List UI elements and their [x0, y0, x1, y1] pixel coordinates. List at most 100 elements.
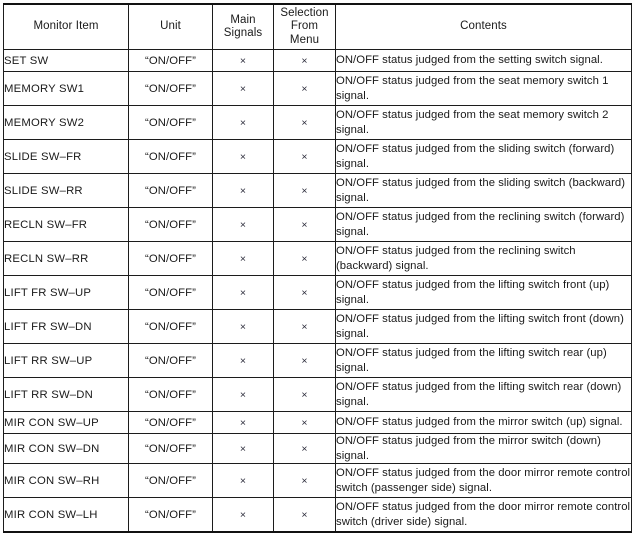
table-row: LIFT RR SW–DN “ON/OFF” × × ON/OFF status jud…	[3, 377, 632, 412]
cell-selection-from-menu-mark: ×	[273, 173, 336, 208]
column-header-main-signals-line2: Signals	[223, 27, 263, 39]
table-row: MEMORY SW1 “ON/OFF” × × ON/OFF status judged…	[3, 71, 632, 106]
table-row: MIR CON SW–UP “ON/OFF” × × ON/OFF status jud…	[3, 411, 632, 434]
cell-main-signals-mark: ×	[212, 275, 274, 310]
cell-contents: ON/OFF status judged from the mirror swi…	[335, 411, 632, 434]
cell-selection-from-menu-mark: ×	[273, 463, 336, 498]
cell-selection-from-menu-mark: ×	[273, 497, 336, 533]
cell-main-signals-mark: ×	[212, 497, 274, 533]
table-header: Monitor Item Unit Main Signals Selection…	[3, 3, 632, 50]
cell-monitor-item: MIR CON SW–DN	[3, 433, 129, 464]
cell-unit: “ON/OFF”	[128, 105, 213, 140]
cell-contents: ON/OFF status judged from the lifting sw…	[335, 343, 632, 378]
column-header-unit-label: Unit	[160, 20, 181, 33]
cell-monitor-item: MEMORY SW1	[3, 71, 129, 106]
cell-selection-from-menu-mark: ×	[273, 309, 336, 344]
cell-main-signals-mark: ×	[212, 463, 274, 498]
cell-monitor-item: RECLN SW–FR	[3, 207, 129, 242]
column-header-main-signals: Main Signals	[212, 3, 274, 50]
cell-unit: “ON/OFF”	[128, 139, 213, 174]
cell-main-signals-mark: ×	[212, 377, 274, 412]
column-header-selection-line2: From	[290, 20, 319, 33]
cell-unit: “ON/OFF”	[128, 275, 213, 310]
cell-monitor-item: LIFT FR SW–UP	[3, 275, 129, 310]
cell-contents: ON/OFF status judged from the reclining …	[335, 207, 632, 242]
cell-contents: ON/OFF status judged from the lifting sw…	[335, 377, 632, 412]
table-row: RECLN SW–FR “ON/OFF” × × ON/OFF status judge…	[3, 207, 632, 242]
table-row: MEMORY SW2 “ON/OFF” × × ON/OFF status judged…	[3, 105, 632, 140]
cell-unit: “ON/OFF”	[128, 433, 213, 464]
cell-contents: ON/OFF status judged from the door mirro…	[335, 463, 632, 498]
cell-monitor-item: MIR CON SW–RH	[3, 463, 129, 498]
cell-selection-from-menu-mark: ×	[273, 71, 336, 106]
column-header-monitor-item-label: Monitor Item	[33, 20, 99, 33]
cell-unit: “ON/OFF”	[128, 463, 213, 498]
column-header-monitor-item: Monitor Item	[3, 3, 129, 50]
table-row: SLIDE SW–RR “ON/OFF” × × ON/OFF status judge…	[3, 173, 632, 208]
cell-selection-from-menu-mark: ×	[273, 105, 336, 140]
cell-unit: “ON/OFF”	[128, 207, 213, 242]
column-header-main-signals-line1: Main	[230, 13, 256, 26]
column-header-selection-line3: Menu	[289, 33, 320, 46]
cell-selection-from-menu-mark: ×	[273, 377, 336, 412]
column-header-contents-label: Contents	[460, 20, 507, 33]
cell-contents: ON/OFF status judged from the lifting sw…	[335, 309, 632, 344]
cell-monitor-item: MIR CON SW–LH	[3, 497, 129, 533]
table-row: SLIDE SW–FR “ON/OFF” × × ON/OFF status judge…	[3, 139, 632, 174]
table-header-row: Monitor Item Unit Main Signals Selection…	[3, 3, 632, 50]
column-header-contents: Contents	[335, 3, 632, 50]
cell-contents: ON/OFF status judged from the door mirro…	[335, 497, 632, 533]
table-row: MIR CON SW–DN “ON/OFF” × × ON/OFF status jud…	[3, 433, 632, 464]
cell-monitor-item: RECLN SW–RR	[3, 241, 129, 276]
cell-selection-from-menu-mark: ×	[273, 139, 336, 174]
table-row: MIR CON SW–LH “ON/OFF” × × ON/OFF status jud…	[3, 497, 632, 533]
column-header-unit: Unit	[128, 3, 213, 50]
cell-contents: ON/OFF status judged from the seat memor…	[335, 105, 632, 140]
cell-selection-from-menu-mark: ×	[273, 433, 336, 464]
cell-unit: “ON/OFF”	[128, 173, 213, 208]
cell-unit: “ON/OFF”	[128, 49, 213, 72]
cell-contents: ON/OFF status judged from the lifting sw…	[335, 275, 632, 310]
cell-selection-from-menu-mark: ×	[273, 241, 336, 276]
cell-selection-from-menu-mark: ×	[273, 49, 336, 72]
table-row: LIFT FR SW–DN “ON/OFF” × × ON/OFF status jud…	[3, 309, 632, 344]
cell-main-signals-mark: ×	[212, 105, 274, 140]
cell-contents: ON/OFF status judged from the seat memor…	[335, 71, 632, 106]
cell-main-signals-mark: ×	[212, 173, 274, 208]
cell-unit: “ON/OFF”	[128, 377, 213, 412]
column-header-selection-from-menu: Selection From Menu	[273, 3, 336, 50]
cell-main-signals-mark: ×	[212, 343, 274, 378]
table-row: RECLN SW–RR “ON/OFF” × × ON/OFF status judge…	[3, 241, 632, 276]
table-row: MIR CON SW–RH “ON/OFF” × × ON/OFF status jud…	[3, 463, 632, 498]
cell-contents: ON/OFF status judged from the reclining …	[335, 241, 632, 276]
cell-main-signals-mark: ×	[212, 309, 274, 344]
column-header-selection-line1: Selection	[280, 6, 329, 19]
cell-main-signals-mark: ×	[212, 139, 274, 174]
cell-main-signals-mark: ×	[212, 207, 274, 242]
cell-main-signals-mark: ×	[212, 241, 274, 276]
cell-selection-from-menu-mark: ×	[273, 275, 336, 310]
cell-monitor-item: SLIDE SW–RR	[3, 173, 129, 208]
cell-monitor-item: LIFT RR SW–DN	[3, 377, 129, 412]
cell-monitor-item: SLIDE SW–FR	[3, 139, 129, 174]
cell-unit: “ON/OFF”	[128, 241, 213, 276]
cell-main-signals-mark: ×	[212, 71, 274, 106]
cell-contents: ON/OFF status judged from the setting sw…	[335, 49, 632, 72]
table-row: SET SW “ON/OFF” × × ON/OFF status judged fro…	[3, 49, 632, 72]
cell-selection-from-menu-mark: ×	[273, 343, 336, 378]
cell-monitor-item: MEMORY SW2	[3, 105, 129, 140]
cell-main-signals-mark: ×	[212, 433, 274, 464]
cell-unit: “ON/OFF”	[128, 71, 213, 106]
cell-monitor-item: LIFT RR SW–UP	[3, 343, 129, 378]
cell-monitor-item: MIR CON SW–UP	[3, 411, 129, 434]
table-body: SET SW “ON/OFF” × × ON/OFF status judged fro…	[3, 49, 632, 533]
cell-contents: ON/OFF status judged from the sliding sw…	[335, 173, 632, 208]
cell-unit: “ON/OFF”	[128, 309, 213, 344]
document-page: Monitor Item Unit Main Signals Selection…	[0, 0, 635, 533]
cell-contents: ON/OFF status judged from the sliding sw…	[335, 139, 632, 174]
cell-monitor-item: SET SW	[3, 49, 129, 72]
cell-unit: “ON/OFF”	[128, 411, 213, 434]
cell-main-signals-mark: ×	[212, 411, 274, 434]
table-row: LIFT RR SW–UP “ON/OFF” × × ON/OFF status jud…	[3, 343, 632, 378]
cell-monitor-item: LIFT FR SW–DN	[3, 309, 129, 344]
